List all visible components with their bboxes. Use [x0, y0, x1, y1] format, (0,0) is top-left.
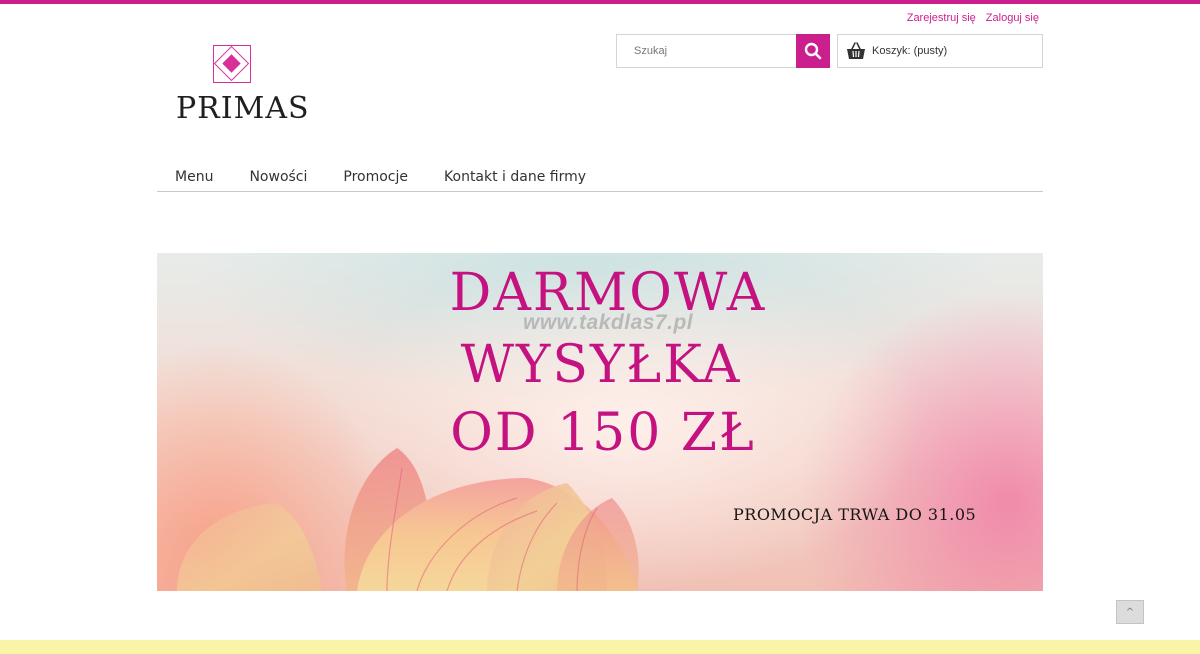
watermark: www.takdlas7.pl	[523, 311, 694, 334]
nav-item-promotions[interactable]: Promocje	[325, 166, 426, 191]
top-accent-bar	[0, 0, 1200, 4]
banner-line-3: OD 150 ZŁ	[450, 403, 756, 463]
user-links: Zarejestruj się Zaloguj się	[907, 12, 1039, 24]
search-button[interactable]	[796, 34, 830, 68]
basket-icon	[847, 42, 865, 59]
logo-text: PRIMAS	[176, 91, 310, 126]
login-link[interactable]: Zaloguj się	[986, 12, 1039, 24]
promo-banner[interactable]: DARMOWA www.takdlas7.pl WYSYŁKA OD 150 Z…	[157, 253, 1043, 591]
nav-item-contact[interactable]: Kontakt i dane firmy	[426, 166, 604, 191]
scroll-to-top-button[interactable]: ^	[1116, 600, 1144, 624]
banner-promo-text: PROMOCJA TRWA DO 31.05	[733, 505, 977, 524]
search-box	[616, 34, 830, 68]
cart-button[interactable]: Koszyk: (pusty)	[837, 34, 1043, 68]
search-icon	[804, 42, 822, 60]
register-link[interactable]: Zarejestruj się	[907, 12, 976, 24]
main-nav: Menu Nowości Promocje Kontakt i dane fir…	[157, 166, 1043, 192]
footer-band	[0, 640, 1200, 654]
banner-line-2: WYSYŁKA	[460, 335, 742, 395]
logo[interactable]: PRIMAS	[176, 44, 309, 128]
search-input[interactable]	[617, 35, 796, 67]
logo-diamond-icon	[213, 45, 251, 83]
nav-item-menu[interactable]: Menu	[157, 166, 231, 191]
nav-item-news[interactable]: Nowości	[231, 166, 325, 191]
cart-label: Koszyk: (pusty)	[872, 45, 948, 57]
